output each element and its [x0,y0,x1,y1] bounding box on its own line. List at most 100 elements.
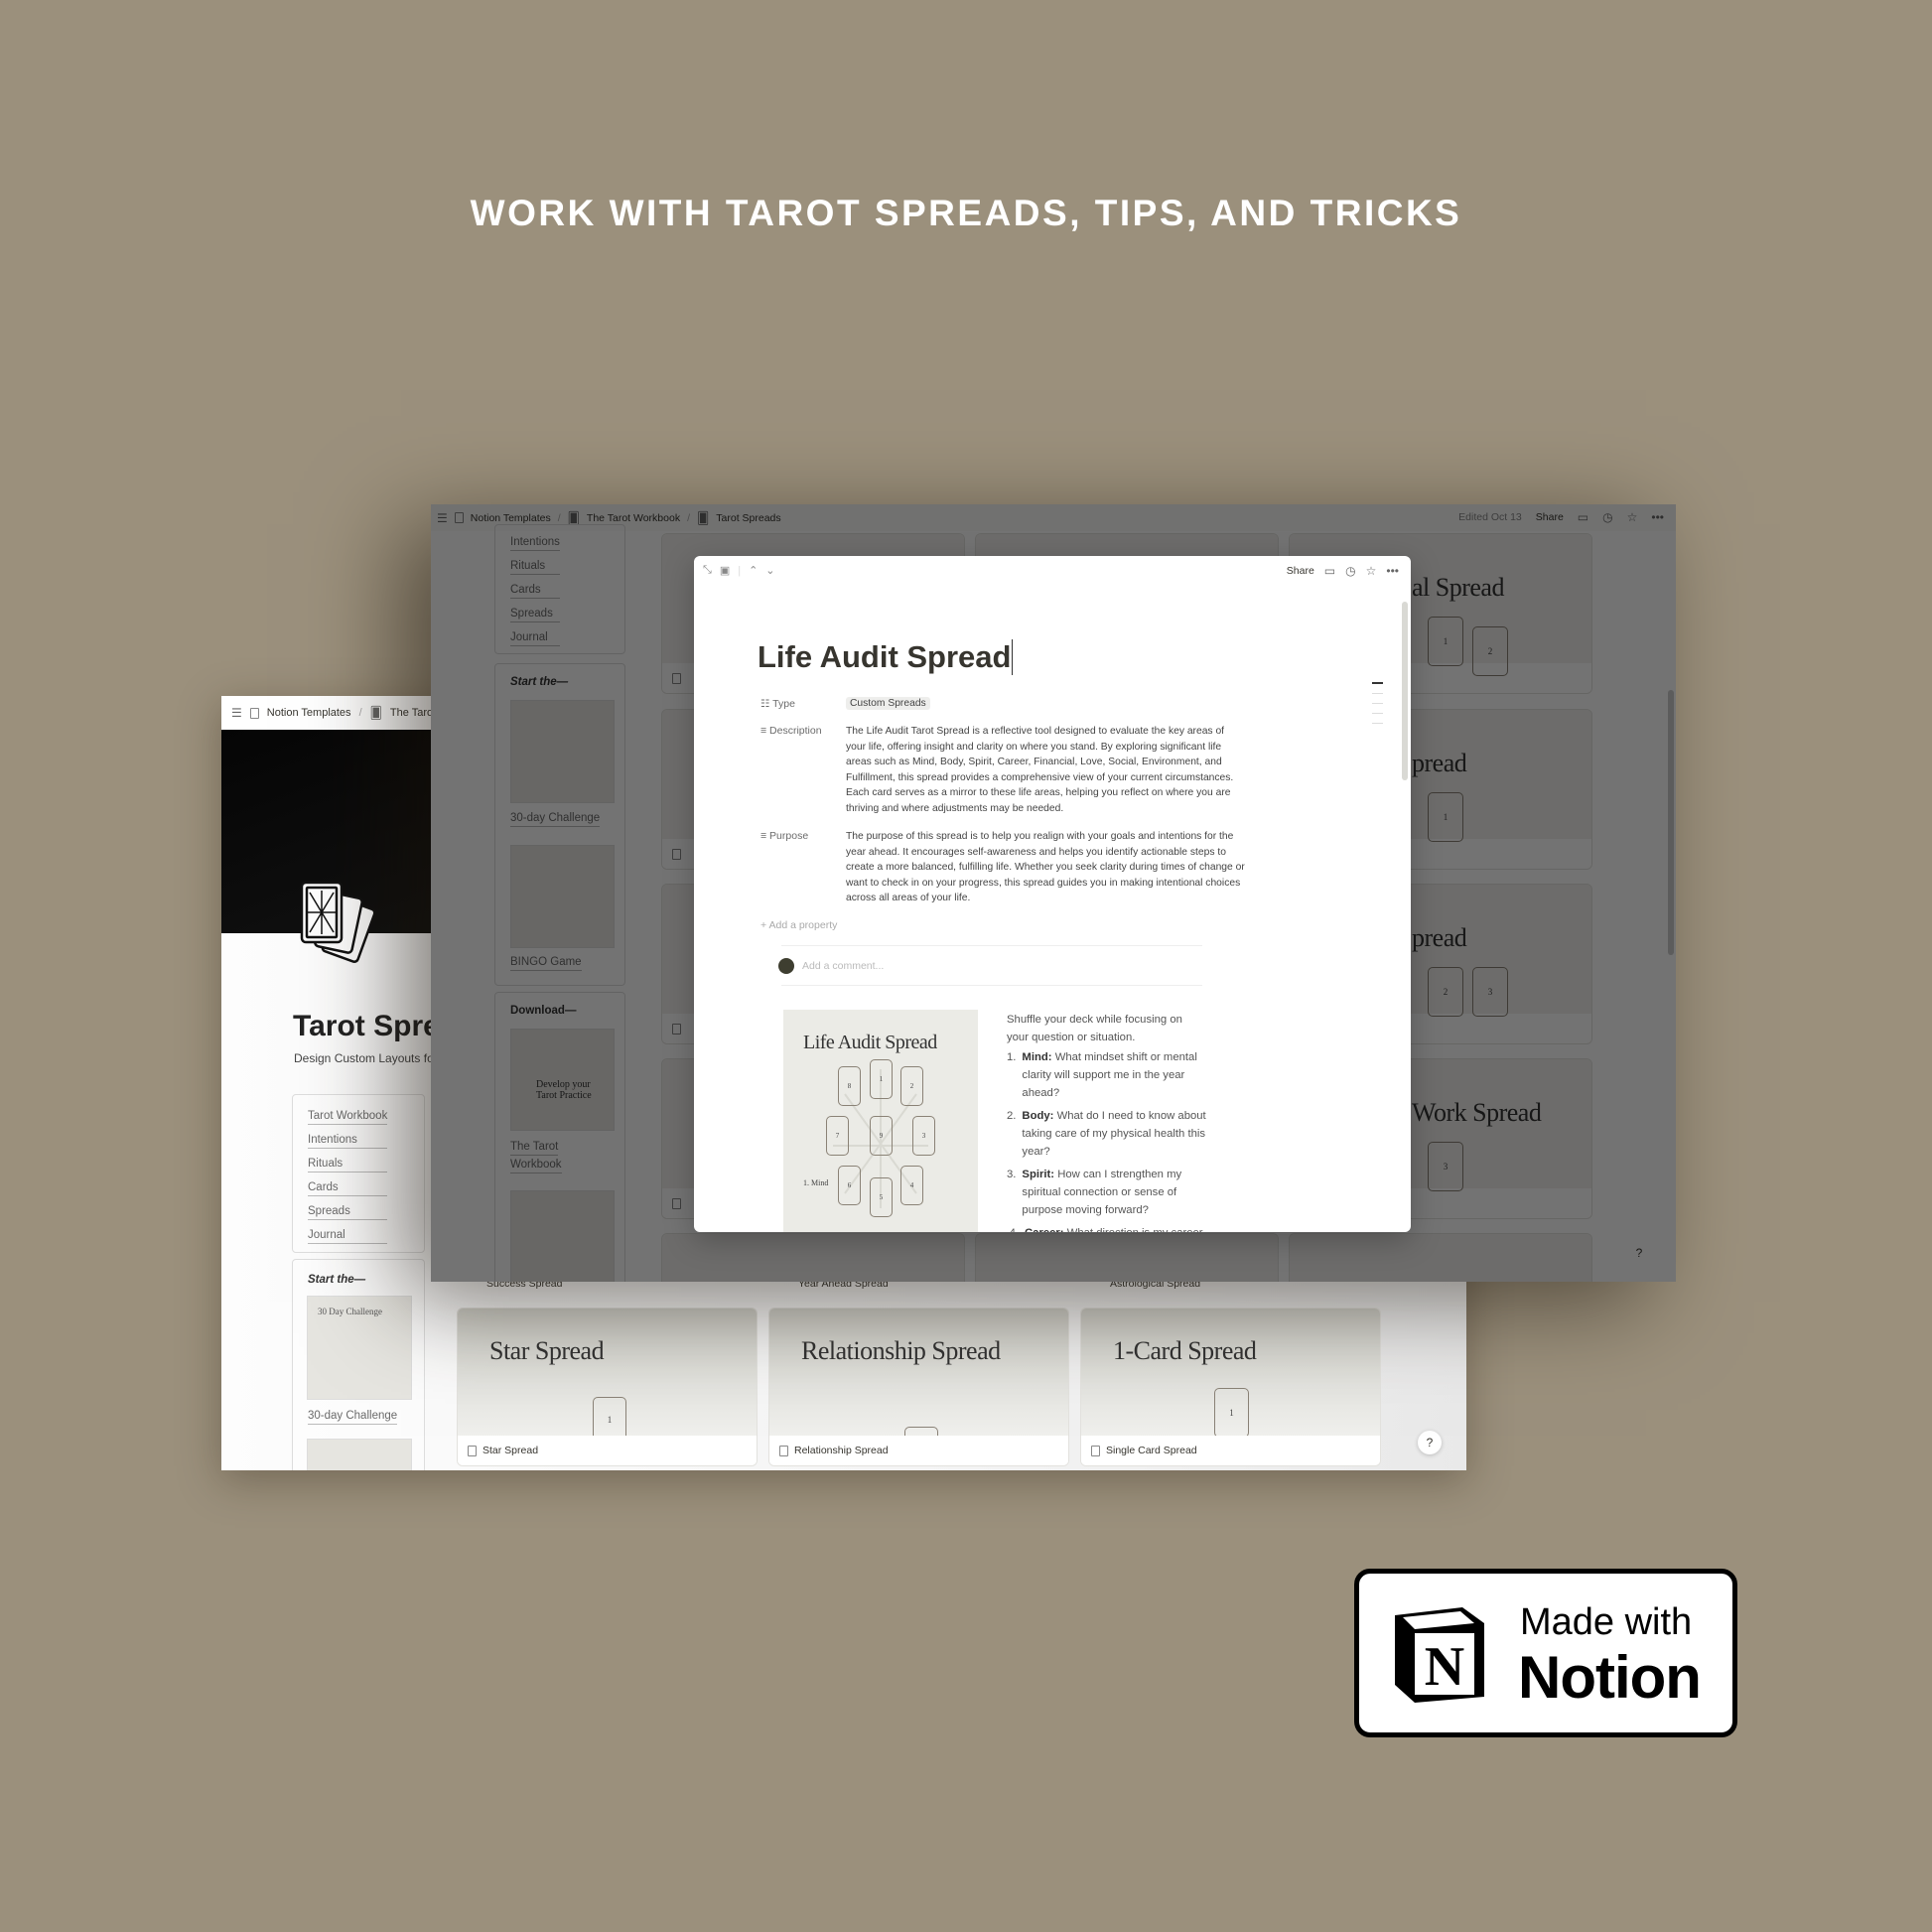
list-item: 4.Career: What direction is my career [1007,1224,1210,1232]
more-icon[interactable]: ••• [1386,564,1399,578]
spread-card-7: 7 [826,1116,849,1156]
page-title: Tarot Spre [293,1010,440,1042]
star-icon[interactable]: ☆ [1627,510,1638,524]
breadcrumb-item[interactable]: Tarot Spreads [716,512,780,524]
description-value[interactable]: The Life Audit Tarot Spread is a reflect… [846,724,1243,817]
workbook-link[interactable]: Workbook [510,1158,562,1173]
help-button[interactable]: ? [1627,1241,1651,1265]
start-box: Start the— 30-day Challenge BINGO Game [494,663,625,986]
comment-icon[interactable]: ▭ [1578,510,1588,524]
page-icon [249,707,259,719]
spread-card-8: 8 [838,1066,861,1106]
card-title: Relationship Spread [801,1336,1001,1365]
chevron-down-icon[interactable]: ⌄ [765,564,774,577]
property-type[interactable]: ☷ Type [760,698,795,710]
share-button[interactable]: Share [1536,511,1564,523]
comment-icon[interactable]: ▭ [1324,564,1335,578]
spread-card-5: 5 [870,1177,893,1217]
scrollbar[interactable] [1402,602,1408,780]
challenge-thumbnail[interactable]: 30 Day Challenge [307,1296,412,1400]
challenge-link[interactable]: 30-day Challenge [510,811,601,827]
nav-box: Tarot Workbook Intentions Rituals Cards … [292,1094,425,1253]
open-as-page-icon[interactable]: ▣ [720,564,730,577]
expand-icon[interactable]: ⤡ [703,564,712,577]
spread-image[interactable]: Life Audit Spread 123456789 1. Mind [783,1010,978,1232]
gallery-card[interactable] [661,1233,965,1282]
badge-line1: Made with [1520,1601,1693,1643]
add-property-button[interactable]: + Add a property [760,919,837,931]
nav-link-cards[interactable]: Cards [510,583,560,599]
nav-link-spreads[interactable]: Spreads [308,1204,388,1220]
card-title-fragment: pread [1412,749,1467,777]
purpose-value[interactable]: The purpose of this spread is to help yo… [846,829,1245,906]
tarot-card-slot: 2 [1472,626,1508,676]
bingo-thumbnail[interactable] [510,845,615,948]
star-icon[interactable]: ☆ [1366,564,1377,578]
scrollbar[interactable] [1668,690,1674,955]
breadcrumb-item[interactable]: Notion Templates [267,707,351,719]
card-title-fragment: pread [1412,923,1467,952]
page-icon [468,1445,477,1456]
journal-thumbnail[interactable] [510,1190,615,1282]
page-icon [672,1023,681,1035]
headline: WORK WITH TAROT SPREADS, TIPS, AND TRICK… [470,193,1462,233]
nav-link-spreads[interactable]: Spreads [510,607,560,622]
notion-logo: N [1395,1607,1484,1703]
gallery-card[interactable] [1289,1233,1592,1282]
card-label: Single Card Spread [1106,1445,1197,1456]
page-icon [672,672,681,684]
type-tag[interactable]: Custom Spreads [846,697,930,710]
edited-timestamp: Edited Oct 13 [1458,511,1522,523]
page-subtitle: Design Custom Layouts for [294,1051,438,1065]
breadcrumb-separator: / [557,511,561,524]
text-icon: ≡ [760,830,770,842]
gallery-card-relationship-spread[interactable]: Relationship Spread Relationship Spread [768,1308,1069,1466]
breadcrumb-item[interactable]: The Tarot Workbook [587,512,680,524]
page-icon [779,1445,788,1456]
menu-icon[interactable]: ☰ [231,706,242,720]
menu-icon[interactable]: ☰ [437,511,448,525]
share-button[interactable]: Share [1287,565,1314,577]
nav-link-intentions[interactable]: Intentions [308,1133,388,1149]
gallery-card-1-card-spread[interactable]: 1-Card Spread 1 Single Card Spread [1080,1308,1381,1466]
divider [781,985,1202,986]
challenge-thumbnail[interactable] [510,700,615,803]
comment-input[interactable]: Add a comment... [802,960,884,972]
badge-line2: Notion [1518,1644,1702,1711]
breadcrumb-item[interactable]: The Tarot [390,707,436,719]
gallery-card[interactable] [975,1233,1279,1282]
breadcrumb-separator: / [358,707,362,719]
nav-link-rituals[interactable]: Rituals [308,1157,388,1173]
gallery-card-star-spread[interactable]: Star Spread 1 Star Spread [457,1308,758,1466]
property-label: Description [769,725,822,737]
property-purpose[interactable]: ≡ Purpose [760,830,808,842]
bingo-thumbnail[interactable] [307,1439,412,1470]
nav-link-cards[interactable]: Cards [308,1180,388,1196]
cards-icon: 🂠 [369,706,382,720]
page-title[interactable]: Life Audit Spread [758,639,1014,675]
workbook-link[interactable]: The Tarot [510,1140,559,1156]
nav-link-journal[interactable]: Journal [510,630,560,646]
challenge-link[interactable]: 30-day Challenge [308,1409,398,1425]
breadcrumb-item[interactable]: Notion Templates [471,512,551,524]
nav-link-journal[interactable]: Journal [308,1228,388,1244]
nav-link-intentions[interactable]: Intentions [510,535,560,551]
more-icon[interactable]: ••• [1651,510,1664,524]
tarot-card-slot: 1 [1214,1388,1249,1438]
nav-link-tarot-workbook[interactable]: Tarot Workbook [308,1109,388,1125]
clock-icon[interactable]: ◷ [1345,564,1355,578]
page-icon [1091,1445,1100,1456]
clock-icon[interactable]: ◷ [1602,510,1612,524]
intro-text: Shuffle your deck while focusing on your… [1007,1014,1182,1043]
table-of-contents[interactable] [1372,682,1383,724]
help-button[interactable]: ? [1418,1431,1442,1454]
property-description[interactable]: ≡ Description [760,725,822,737]
divider [781,945,1202,946]
question-list: 1. Mind: What mindset shift or mental cla… [1007,1048,1210,1232]
bingo-link[interactable]: BINGO Game [510,955,582,971]
nav-link-rituals[interactable]: Rituals [510,559,560,575]
tarot-card-slot: 1 [1428,617,1463,666]
spread-card-1: 1 [870,1059,893,1099]
chevron-up-icon[interactable]: ⌃ [749,564,758,577]
workbook-thumbnail[interactable]: Develop your Tarot Practice [510,1029,615,1131]
